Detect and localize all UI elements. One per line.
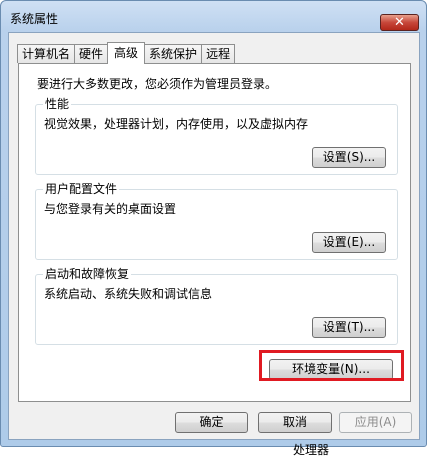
window-title: 系统属性 [10, 12, 59, 26]
ok-button[interactable]: 确定 [175, 412, 248, 433]
tab-strip: 计算机名 硬件 高级 系统保护 远程 [17, 42, 236, 64]
user-profile-group-title: 用户配置文件 [43, 182, 120, 196]
title-bar[interactable]: 系统属性 ✕ [1, 1, 426, 33]
close-icon: ✕ [394, 15, 405, 30]
user-profile-settings-button[interactable]: 设置(E)... [312, 232, 386, 253]
close-button[interactable]: ✕ [380, 14, 419, 31]
user-profile-group: 用户配置文件 与您登录有关的桌面设置 设置(E)... [35, 182, 398, 260]
environment-variables-highlight [259, 350, 404, 381]
tab-advanced[interactable]: 高级 [107, 42, 146, 64]
background-window-text: 处理器 [293, 443, 330, 457]
admin-note: 要进行大多数更改，您必须作为管理员登录。 [37, 77, 278, 91]
performance-settings-button[interactable]: 设置(S)... [312, 147, 386, 168]
performance-group: 性能 视觉效果，处理器计划，内存使用，以及虚拟内存 设置(S)... [35, 97, 398, 175]
startup-recovery-group: 启动和故障恢复 系统启动、系统失败和调试信息 设置(T)... [35, 267, 398, 345]
apply-button[interactable]: 应用(A) [339, 412, 412, 433]
tab-hardware[interactable]: 硬件 [74, 44, 109, 63]
startup-recovery-settings-button[interactable]: 设置(T)... [312, 317, 386, 338]
startup-recovery-group-title: 启动和故障恢复 [43, 267, 132, 281]
user-profile-description: 与您登录有关的桌面设置 [44, 202, 177, 216]
startup-recovery-description: 系统启动、系统失败和调试信息 [44, 287, 213, 301]
cancel-button[interactable]: 取消 [258, 412, 332, 433]
tab-computer-name[interactable]: 计算机名 [17, 44, 76, 63]
performance-description: 视觉效果，处理器计划，内存使用，以及虚拟内存 [44, 117, 309, 131]
tab-remote[interactable]: 远程 [201, 44, 236, 63]
tab-system-protection[interactable]: 系统保护 [144, 44, 203, 63]
performance-group-title: 性能 [43, 97, 72, 111]
